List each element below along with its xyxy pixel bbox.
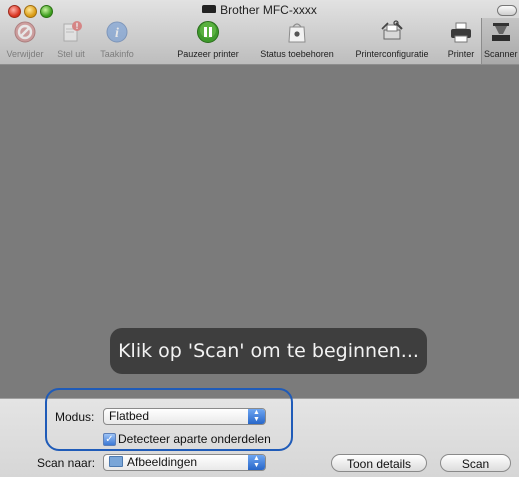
delete-button[interactable]: Verwijder: [0, 18, 50, 62]
supplies-icon: [288, 23, 306, 43]
printer-tab-button[interactable]: Printer: [441, 18, 481, 62]
printer-setup-label: Printerconfiguratie: [355, 49, 429, 59]
printer-title-icon: [202, 5, 217, 13]
scan-hint-message: Klik op 'Scan' om te beginnen...: [110, 328, 427, 374]
supply-levels-button[interactable]: Status toebehoren: [250, 18, 344, 62]
svg-text:i: i: [115, 26, 119, 41]
scanner-tab-label: Scanner: [484, 49, 518, 59]
show-details-button[interactable]: Toon details: [331, 454, 427, 472]
scanner-icon: [492, 23, 510, 41]
printer-icon: [451, 22, 471, 43]
toolbar-toggle-button[interactable]: [497, 5, 517, 16]
supply-levels-label: Status toebehoren: [260, 49, 334, 59]
scan-button[interactable]: Scan: [440, 454, 511, 472]
chevron-updown-icon: ▲ ▼: [248, 455, 265, 470]
scan-preview-area[interactable]: Klik op 'Scan' om te beginnen...: [0, 65, 519, 398]
window-title: Brother MFC-xxxx: [0, 3, 519, 17]
configure-icon: [381, 20, 403, 40]
hold-label: Stel uit: [57, 49, 85, 59]
job-info-label: Taakinfo: [100, 49, 134, 59]
window-title-text: Brother MFC-xxxx: [220, 3, 317, 17]
info-icon: i: [106, 21, 128, 43]
scan-to-label: Scan naar:: [37, 456, 96, 470]
scanner-tab-button[interactable]: Scanner: [481, 18, 519, 64]
delete-icon: [14, 21, 36, 43]
pause-printer-button[interactable]: Pauzeer printer: [169, 18, 247, 62]
printer-setup-button[interactable]: Printerconfiguratie: [344, 18, 440, 62]
toolbar: Brother MFC-xxxx Verwijder Stel uit i Ta…: [0, 0, 519, 65]
delete-label: Verwijder: [6, 49, 44, 59]
hold-button[interactable]: Stel uit: [49, 18, 93, 62]
printer-window: Brother MFC-xxxx Verwijder Stel uit i Ta…: [0, 0, 519, 477]
scan-to-select-value: Afbeeldingen: [127, 455, 198, 469]
printer-tab-label: Printer: [447, 49, 475, 59]
scan-to-select[interactable]: Afbeeldingen ▲ ▼: [103, 454, 266, 471]
job-info-button[interactable]: i Taakinfo: [93, 18, 141, 62]
pause-icon: [197, 21, 219, 43]
folder-icon: [109, 456, 123, 467]
callout-highlight: [45, 388, 293, 451]
hold-icon: [63, 21, 82, 42]
pause-printer-label: Pauzeer printer: [177, 49, 239, 59]
